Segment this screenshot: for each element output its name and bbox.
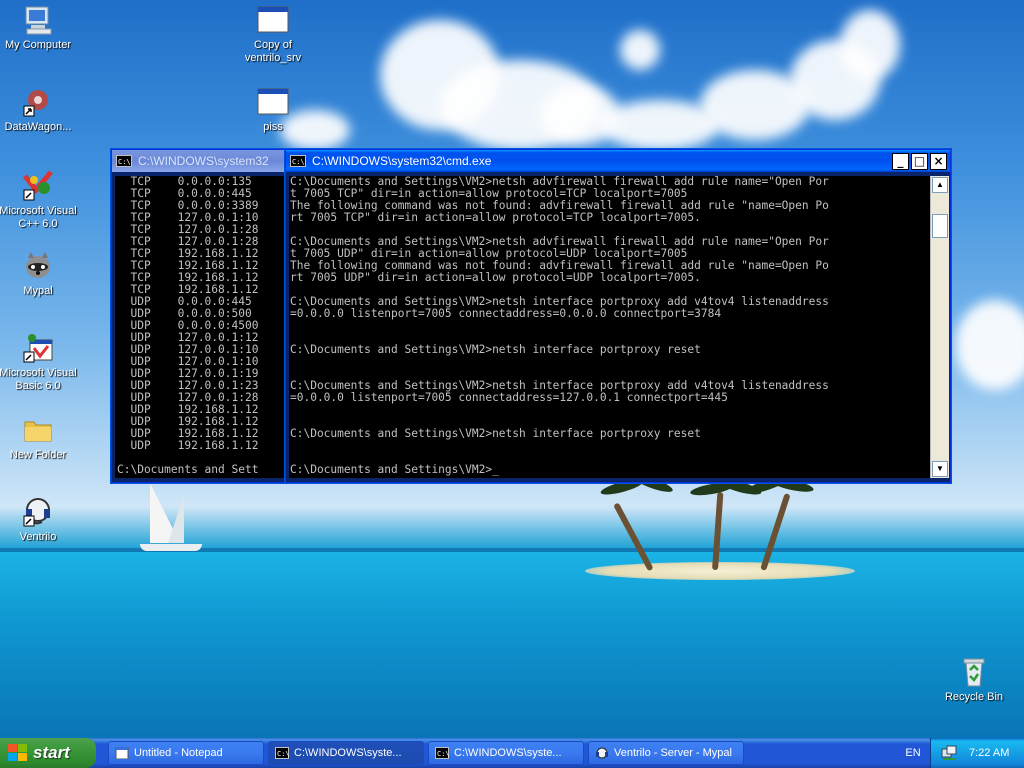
visual-basic-icon: [22, 332, 54, 364]
folder-icon: [22, 414, 54, 446]
console-output[interactable]: C:\Documents and Settings\VM2>netsh advf…: [289, 176, 930, 478]
system-tray: 7:22 AM: [930, 738, 1024, 768]
taskbar-button-label: Untitled - Notepad: [134, 747, 223, 759]
taskbar-button-label: C:\WINDOWS\syste...: [294, 747, 402, 759]
scroll-up-arrow-icon[interactable]: ▲: [932, 177, 948, 193]
taskbar: start Untitled - Notepad C:\ C:\WINDOWS\…: [0, 738, 1024, 768]
command-prompt-icon: C:\: [290, 155, 306, 167]
desktop-icon-label: piss: [263, 121, 283, 133]
desktop-icon-label: Copy of ventrilo_srv: [244, 39, 302, 64]
vertical-scrollbar[interactable]: ▲ ▼: [930, 176, 949, 478]
desktop-icon-label: Recycle Bin: [944, 691, 1004, 703]
taskbar-button-cmd-1[interactable]: C:\ C:\WINDOWS\syste...: [268, 741, 424, 765]
network-tray-icon[interactable]: [941, 745, 957, 761]
desktop-icon-label: My Computer: [4, 39, 72, 51]
command-prompt-icon: C:\: [435, 747, 450, 759]
desktop-icon-new-folder[interactable]: New Folder: [0, 414, 78, 462]
notepad-icon: [115, 747, 129, 759]
command-prompt-icon: C:\: [116, 155, 132, 167]
taskbar-button-notepad[interactable]: Untitled - Notepad: [108, 741, 264, 765]
console-output[interactable]: TCP 0.0.0.0:135 TCP 0.0.0.0:445 TCP 0.0.…: [115, 176, 286, 478]
visual-cpp-icon: [22, 170, 54, 202]
console-window-cmd[interactable]: C:\ C:\WINDOWS\system32\cmd.exe _ □ × C:…: [285, 149, 951, 483]
desktop-icon-datawagon[interactable]: DataWagon...: [0, 86, 78, 134]
shortcut-gear-icon: [22, 86, 54, 118]
language-indicator[interactable]: EN: [898, 738, 928, 768]
taskbar-button-cmd-2[interactable]: C:\ C:\WINDOWS\syste...: [428, 741, 584, 765]
taskbar-button-label: Ventrilo - Server - Mypal: [614, 747, 732, 759]
command-prompt-icon: C:\: [275, 747, 290, 759]
console-line: =0.0.0.0 listenport=7005 connectaddress=…: [290, 307, 722, 320]
desktop-icon-label: Mypal: [23, 285, 53, 297]
computer-icon: [22, 4, 54, 36]
console-line: C:\Documents and Settings\VM2>_: [290, 463, 499, 476]
windows-logo-icon: [8, 744, 28, 762]
desktop-icon-mypal[interactable]: Mypal: [0, 250, 78, 298]
raccoon-icon: [22, 250, 54, 282]
clock[interactable]: 7:22 AM: [969, 747, 1009, 759]
console-line: rt 7005 TCP" dir=in action=allow protoco…: [290, 211, 701, 224]
taskbar-button-label: C:\WINDOWS\syste...: [454, 747, 562, 759]
console-window-background[interactable]: C:\ C:\WINDOWS\system32 TCP 0.0.0.0:135 …: [111, 149, 289, 483]
desktop-icon-my-computer[interactable]: My Computer: [0, 4, 78, 52]
minimize-button[interactable]: _: [892, 152, 909, 170]
desktop-icon-label: Microsoft Visual Basic 6.0: [0, 367, 77, 392]
recycle-bin-icon: [958, 656, 990, 688]
scroll-down-arrow-icon[interactable]: ▼: [932, 461, 948, 477]
application-window-icon: [257, 4, 289, 36]
start-button[interactable]: start: [0, 738, 96, 768]
application-window-icon: [257, 86, 289, 118]
console-line: C:\Documents and Settings\VM2>netsh inte…: [290, 343, 701, 356]
title-bar[interactable]: C:\ C:\WINDOWS\system32: [112, 150, 288, 172]
headset-icon: [22, 496, 54, 528]
console-line: C:\Documents and Settings\VM2>netsh inte…: [290, 427, 701, 440]
desktop-icon-recycle-bin[interactable]: Recycle Bin: [934, 656, 1014, 704]
desktop-icon-label: New Folder: [9, 449, 67, 461]
scroll-thumb[interactable]: [932, 214, 948, 238]
desktop-icon-visual-cpp[interactable]: Microsoft Visual C++ 6.0: [0, 170, 78, 231]
taskbar-button-ventrilo[interactable]: Ventrilo - Server - Mypal: [588, 741, 744, 765]
window-title: C:\WINDOWS\system32\cmd.exe: [312, 154, 492, 168]
desktop-icon-label: DataWagon...: [4, 121, 72, 133]
window-title: C:\WINDOWS\system32: [138, 154, 269, 168]
desktop-icon-label: Microsoft Visual C++ 6.0: [0, 205, 77, 230]
desktop-icon-copy-of-ventrilo-srv[interactable]: Copy of ventrilo_srv: [233, 4, 313, 65]
desktop-icon-piss[interactable]: piss: [233, 86, 313, 134]
console-line: rt 7005 UDP" dir=in action=allow protoco…: [290, 271, 701, 284]
title-bar[interactable]: C:\ C:\WINDOWS\system32\cmd.exe _ □ ×: [286, 150, 950, 172]
headset-icon: [596, 747, 608, 759]
desktop-icon-label: Ventrilo: [19, 531, 57, 543]
maximize-button[interactable]: □: [911, 152, 928, 170]
start-label: start: [33, 743, 70, 762]
console-line: C:\Documents and Sett: [117, 463, 259, 476]
close-button[interactable]: ×: [930, 152, 947, 170]
desktop-icon-ventrilo[interactable]: Ventrilo: [0, 496, 78, 544]
desktop-icon-visual-basic[interactable]: Microsoft Visual Basic 6.0: [0, 332, 78, 393]
console-line: =0.0.0.0 listenport=7005 connectaddress=…: [290, 391, 728, 404]
console-line: UDP 192.168.1.12: [117, 439, 259, 452]
